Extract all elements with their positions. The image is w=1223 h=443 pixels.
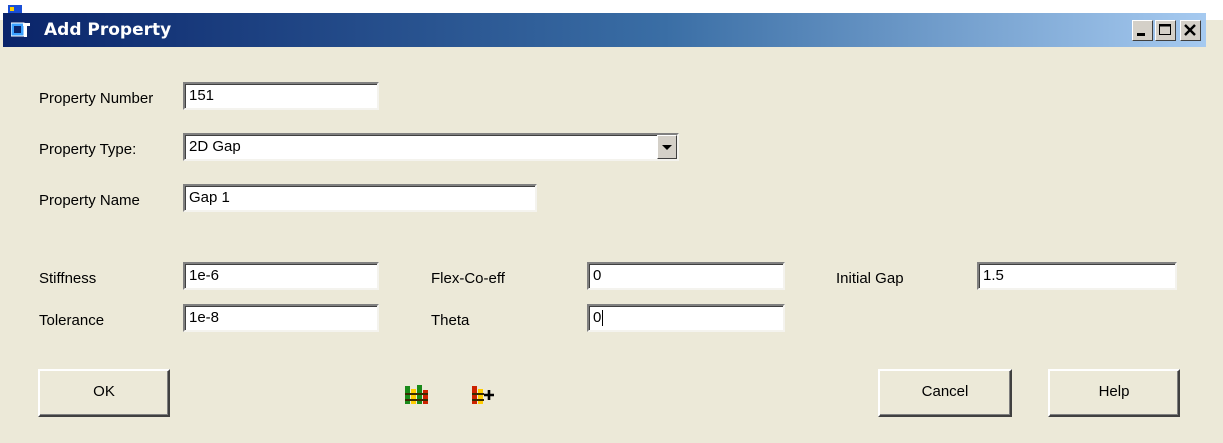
flex-coeff-field[interactable]: 0 (587, 262, 785, 290)
theta-field[interactable]: 0 (587, 304, 785, 332)
tolerance-field[interactable]: 1e-8 (183, 304, 379, 332)
add-property-table-icon[interactable] (471, 384, 497, 406)
initial-gap-value: 1.5 (983, 267, 1004, 284)
window-title: Add Property (44, 20, 172, 40)
help-button[interactable]: Help (1048, 369, 1180, 417)
flex-coeff-label: Flex-Co-eff (431, 270, 505, 287)
theta-value: 0 (593, 309, 602, 326)
close-icon (1184, 24, 1196, 36)
property-name-label: Property Name (39, 192, 140, 209)
add-property-dialog: Add Property Property Number 151 Propert… (0, 0, 1223, 443)
initial-gap-field[interactable]: 1.5 (977, 262, 1177, 290)
initial-gap-label: Initial Gap (836, 270, 904, 287)
tolerance-label: Tolerance (39, 312, 105, 329)
minimize-icon (1137, 33, 1145, 36)
minimize-button[interactable] (1132, 20, 1153, 41)
property-name-field[interactable]: Gap 1 (183, 184, 537, 212)
property-table-icon[interactable] (404, 384, 430, 406)
property-number-value: 151 (189, 87, 215, 104)
flex-coeff-value: 0 (593, 267, 602, 284)
stiffness-label: Stiffness (39, 270, 97, 287)
property-type-label: Property Type: (39, 141, 137, 158)
stiffness-value: 1e-6 (189, 267, 220, 284)
maximize-button[interactable] (1155, 20, 1176, 41)
tolerance-value: 1e-8 (189, 309, 220, 326)
property-name-value: Gap 1 (189, 189, 230, 206)
property-icon (11, 22, 30, 37)
property-type-select[interactable]: 2D Gap (183, 133, 679, 161)
property-type-dropdown-button[interactable] (657, 135, 677, 159)
cancel-button[interactable]: Cancel (878, 369, 1012, 417)
stiffness-field[interactable]: 1e-6 (183, 262, 379, 290)
maximize-icon (1159, 24, 1171, 35)
close-button[interactable] (1180, 20, 1201, 41)
property-number-label: Property Number (39, 90, 154, 107)
property-number-field[interactable]: 151 (183, 82, 379, 110)
property-type-value: 2D Gap (189, 138, 241, 155)
title-bar[interactable]: Add Property (3, 13, 1206, 47)
theta-label: Theta (431, 312, 470, 329)
chevron-down-icon (662, 145, 672, 150)
ok-button[interactable]: OK (38, 369, 170, 417)
text-cursor (602, 310, 604, 327)
